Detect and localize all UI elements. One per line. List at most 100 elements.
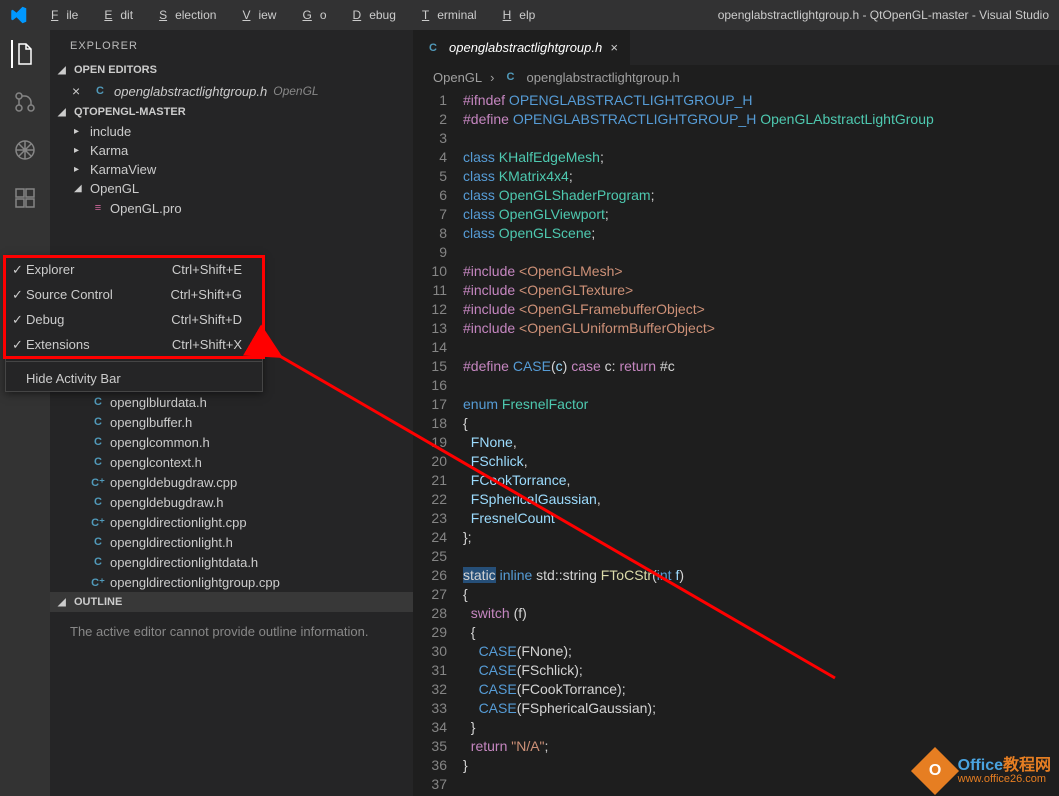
- context-menu-item[interactable]: ✓Debug Ctrl+Shift+D: [6, 307, 262, 332]
- watermark: O Office教程网 www.office26.com: [918, 754, 1051, 788]
- open-file-path: OpenGL: [273, 84, 318, 98]
- open-editors-label: OPEN EDITORS: [74, 64, 157, 76]
- outline-label: OUTLINE: [74, 596, 122, 608]
- c-file-icon: C: [90, 554, 106, 570]
- file-item[interactable]: Copengldirectionlightdata.h: [50, 552, 413, 572]
- pro-file-icon: ≡: [90, 200, 106, 216]
- menu-selection[interactable]: Selection: [143, 4, 224, 26]
- outline-message: The active editor cannot provide outline…: [50, 612, 413, 651]
- check-icon: ✓: [12, 312, 23, 328]
- file-name: openglbuffer.h: [110, 415, 192, 430]
- menu-shortcut: Ctrl+Shift+D: [171, 312, 242, 327]
- file-item[interactable]: C⁺opengldirectionlightgroup.cpp: [50, 572, 413, 592]
- watermark-url: www.office26.com: [958, 774, 1051, 785]
- file-name: opengldirectionlightgroup.cpp: [110, 575, 280, 590]
- explorer-icon[interactable]: [11, 40, 39, 68]
- close-icon[interactable]: ×: [72, 83, 86, 99]
- tab-label: openglabstractlightgroup.h: [449, 40, 602, 55]
- chevron-icon: ▸: [74, 126, 86, 137]
- file-item[interactable]: ≡ OpenGL.pro: [50, 198, 413, 218]
- folder-item[interactable]: ◢OpenGL: [50, 179, 413, 198]
- c-file-icon: C: [90, 534, 106, 550]
- folder-item[interactable]: ▸ KarmaView: [50, 160, 413, 179]
- menu-label: Explorer: [26, 262, 74, 277]
- file-name: opengldirectionlight.h: [110, 535, 233, 550]
- file-item[interactable]: Copengldirectionlight.h: [50, 532, 413, 552]
- check-icon: ✓: [12, 287, 23, 303]
- chevron-icon: ▸: [74, 164, 86, 175]
- open-file-name: openglabstractlightgroup.h: [114, 84, 267, 99]
- file-item[interactable]: Copengldebugdraw.h: [50, 492, 413, 512]
- menu-help[interactable]: Help: [487, 4, 544, 26]
- source-control-icon[interactable]: [11, 88, 39, 116]
- file-item[interactable]: Copenglcommon.h: [50, 432, 413, 452]
- breadcrumb[interactable]: OpenGL › C openglabstractlightgroup.h: [413, 65, 1059, 89]
- c-file-icon: C: [90, 394, 106, 410]
- breadcrumb-item[interactable]: openglabstractlightgroup.h: [527, 70, 680, 85]
- menu-label: Debug: [26, 312, 64, 327]
- folder-name: Karma: [90, 143, 128, 158]
- explorer-title: EXPLORER: [50, 30, 413, 60]
- chevron-icon: ▸: [74, 145, 86, 156]
- chevron-down-icon: ◢: [58, 65, 70, 76]
- main-menu: FileEditSelectionViewGoDebugTerminalHelp: [35, 4, 543, 26]
- check-icon: ✓: [12, 337, 23, 353]
- folder-item[interactable]: ▸ Karma: [50, 141, 413, 160]
- debug-icon[interactable]: [11, 136, 39, 164]
- context-menu-item[interactable]: ✓Explorer Ctrl+Shift+E: [6, 257, 262, 282]
- c-file-icon: C: [92, 83, 108, 99]
- close-icon[interactable]: ×: [610, 40, 618, 55]
- file-item[interactable]: Copenglbuffer.h: [50, 412, 413, 432]
- outline-header[interactable]: ◢ OUTLINE: [50, 592, 413, 612]
- file-name: OpenGL.pro: [110, 201, 182, 216]
- menu-debug[interactable]: Debug: [337, 4, 404, 26]
- extensions-icon[interactable]: [11, 184, 39, 212]
- menu-view[interactable]: View: [226, 4, 284, 26]
- line-numbers: 1234567891011121314151617181920212223242…: [413, 89, 463, 796]
- menu-terminal[interactable]: Terminal: [406, 4, 485, 26]
- editor-tab[interactable]: C openglabstractlightgroup.h ×: [413, 30, 631, 65]
- menu-separator: [6, 361, 262, 362]
- file-name: opengldebugdraw.h: [110, 495, 224, 510]
- open-editor-item[interactable]: × C openglabstractlightgroup.h OpenGL: [50, 80, 413, 102]
- code-lines[interactable]: #ifndef OPENGLABSTRACTLIGHTGROUP_H#defin…: [463, 89, 1059, 796]
- menu-label: Hide Activity Bar: [26, 371, 121, 386]
- c-file-icon: C: [90, 434, 106, 450]
- chevron-down-icon: ◢: [58, 597, 70, 608]
- context-menu-item[interactable]: ✓Extensions Ctrl+Shift+X: [6, 332, 262, 357]
- file-name: openglblurdata.h: [110, 395, 207, 410]
- menu-label: Extensions: [26, 337, 90, 352]
- menu-file[interactable]: File: [35, 4, 86, 26]
- workspace-header[interactable]: ◢ QTOPENGL-MASTER: [50, 102, 413, 122]
- file-item[interactable]: Copenglcontext.h: [50, 452, 413, 472]
- code-editor[interactable]: 1234567891011121314151617181920212223242…: [413, 89, 1059, 796]
- breadcrumb-item[interactable]: OpenGL: [433, 70, 482, 85]
- activity-bar: [0, 30, 50, 796]
- context-menu-item[interactable]: Hide Activity Bar: [6, 366, 262, 391]
- c-file-icon: C: [425, 40, 441, 56]
- cpp-file-icon: C⁺: [90, 514, 106, 530]
- menu-go[interactable]: Go: [286, 4, 334, 26]
- menu-shortcut: Ctrl+Shift+E: [172, 262, 242, 277]
- activity-bar-context-menu: ✓ExplorerCtrl+Shift+E✓Source ControlCtrl…: [5, 256, 263, 392]
- check-icon: ✓: [12, 262, 23, 278]
- open-editors-header[interactable]: ◢ OPEN EDITORS: [50, 60, 413, 80]
- folder-name: include: [90, 124, 131, 139]
- watermark-title: Office教程网: [958, 758, 1051, 774]
- file-item[interactable]: C⁺opengldebugdraw.cpp: [50, 472, 413, 492]
- editor-area: C openglabstractlightgroup.h × OpenGL › …: [413, 30, 1059, 796]
- menu-edit[interactable]: Edit: [88, 4, 141, 26]
- file-item[interactable]: C⁺ opengldirectionlight.cpp: [50, 512, 413, 532]
- cpp-file-icon: C⁺: [90, 474, 106, 490]
- c-file-icon: C: [503, 69, 519, 85]
- watermark-badge-icon: O: [911, 747, 959, 795]
- file-name: opengldirectionlight.cpp: [110, 515, 247, 530]
- context-menu-item[interactable]: ✓Source ControlCtrl+Shift+G: [6, 282, 262, 307]
- chevron-icon: ◢: [74, 183, 86, 194]
- file-name: openglcommon.h: [110, 435, 210, 450]
- workspace-label: QTOPENGL-MASTER: [74, 106, 186, 118]
- menu-shortcut: Ctrl+Shift+X: [172, 337, 242, 352]
- folder-item[interactable]: ▸ include: [50, 122, 413, 141]
- file-item[interactable]: Copenglblurdata.h: [50, 392, 413, 412]
- folder-name: KarmaView: [90, 162, 156, 177]
